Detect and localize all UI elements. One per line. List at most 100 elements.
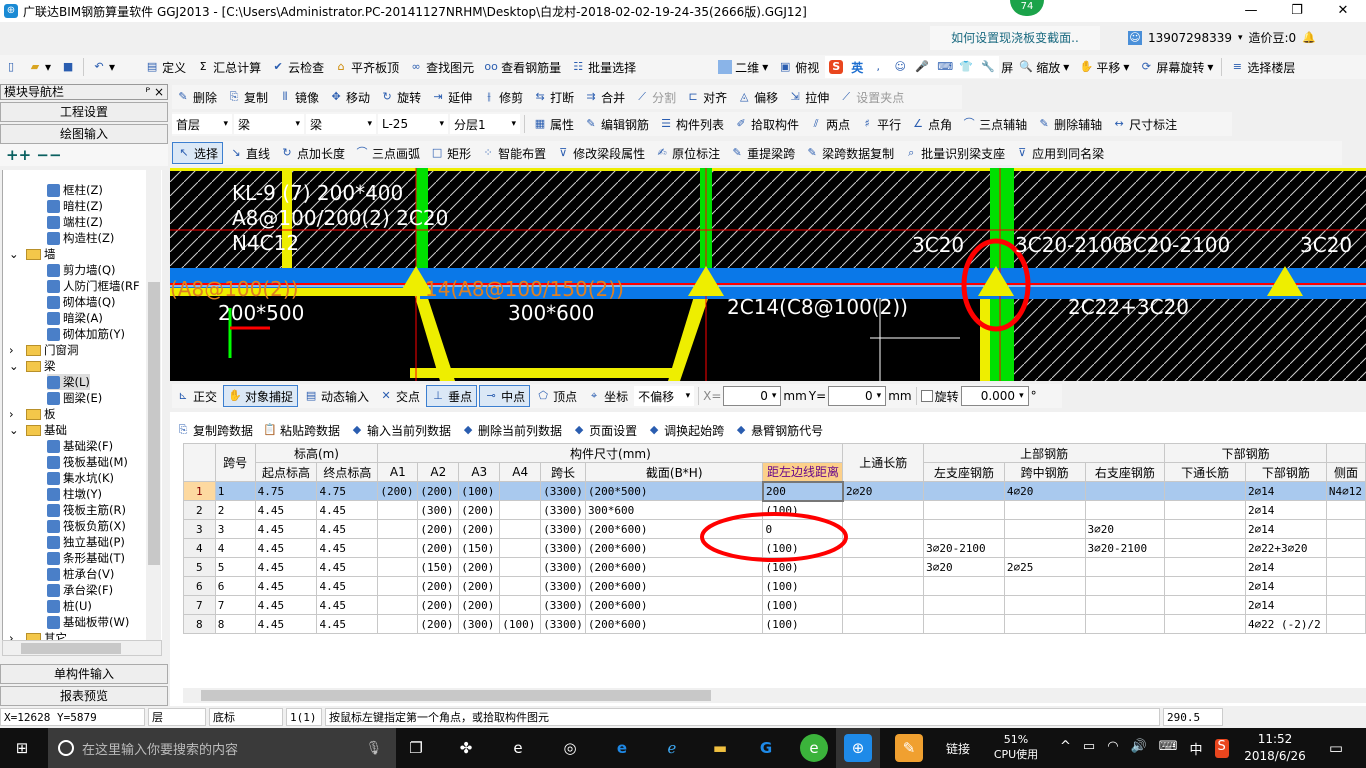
table-cell[interactable] (1164, 500, 1246, 520)
toolbar-button-snap-4[interactable]: ⊥ 垂点 (426, 385, 478, 407)
table-cell[interactable]: (3300) (540, 538, 586, 558)
table-cell[interactable]: (200) (417, 576, 460, 596)
table-cell[interactable]: (150) (458, 538, 501, 558)
toolbar-button-draw-10[interactable]: ⌕ 批量识别梁支座 (900, 142, 1009, 164)
pin-icon[interactable]: ᴾ (146, 85, 151, 99)
table-cell[interactable]: 4.45 (254, 519, 318, 539)
chevron-down-icon[interactable]: ⌄ (9, 246, 23, 262)
toolbar-button-draw-9[interactable]: ✎ 梁跨数据复制 (801, 142, 898, 164)
table-cell[interactable]: 6 (214, 576, 256, 596)
toolbar-2d[interactable]: 二维 ▾ (714, 56, 772, 78)
tree-item[interactable]: 基础梁(F) (47, 438, 113, 454)
toolbar-button-draw-3[interactable]: ⌒ 三点画弧 (351, 142, 424, 164)
table-cell[interactable]: 3⌀20-2100 (1084, 538, 1166, 558)
toolbar-button-edit-0[interactable]: ✎ 删除 (172, 86, 221, 108)
tree-item[interactable]: 筏板负筋(X) (47, 518, 126, 534)
table-cell[interactable]: (200) (417, 595, 460, 615)
row-number[interactable]: 1 (183, 481, 216, 501)
table-cell[interactable] (1164, 595, 1246, 615)
table-row[interactable]: 1 1 4.75 4.75 (200) (200) (100) (3300) (200*500)… (183, 480, 1366, 502)
table-cell[interactable]: 2⌀14 (1244, 595, 1327, 615)
row-number[interactable]: 3 (183, 519, 216, 539)
tree-item[interactable]: 独立基础(P) (47, 534, 125, 550)
table-cell[interactable]: 4.45 (316, 500, 379, 520)
toolbar-summary-calc[interactable]: Σ 汇总计算 (192, 56, 265, 78)
column-header[interactable]: 侧面 (1325, 462, 1366, 482)
table-cell[interactable] (499, 557, 542, 577)
toolbar-button-edit-13[interactable]: ⟋ 设置夹点 (835, 86, 908, 108)
toolbar-button-props-9[interactable]: ↔ 尺寸标注 (1108, 113, 1181, 135)
toolbar-button-edit-10[interactable]: ⊏ 对齐 (682, 86, 731, 108)
table-cell[interactable]: 3 (214, 519, 256, 539)
x-input[interactable]: 0 (723, 386, 782, 406)
minimize-button[interactable]: — (1228, 0, 1274, 22)
undo-button[interactable]: ↶ ▾ (88, 56, 119, 78)
glodon-app-icon[interactable]: ⊕ (844, 734, 872, 762)
save-button[interactable]: ■ (57, 56, 79, 78)
table-cell[interactable]: 4.75 (254, 481, 318, 501)
table-cell[interactable]: 2⌀20 (842, 481, 925, 501)
toolbar-button-draw-11[interactable]: ⊽ 应用到同名梁 (1011, 142, 1108, 164)
toolbar-button-edit-6[interactable]: ⫲ 修剪 (478, 86, 527, 108)
table-cell[interactable]: 2⌀14 (1244, 481, 1327, 501)
table-cell[interactable]: 3⌀20-2100 (923, 538, 1005, 558)
table-cell[interactable] (1003, 519, 1086, 539)
table-cell[interactable]: 4.45 (316, 557, 379, 577)
toolbar-button-grid-2[interactable]: ◆ 输入当前列数据 (346, 419, 455, 441)
table-cell[interactable] (499, 595, 542, 615)
table-cell[interactable]: 4 (214, 538, 256, 558)
tree-item[interactable]: 筏板基础(M) (47, 454, 128, 470)
row-number[interactable]: 6 (183, 576, 216, 596)
table-cell[interactable]: 3⌀20 (923, 557, 1005, 577)
task-view-icon[interactable]: ❐ (402, 734, 430, 762)
tree-item[interactable]: ⌄ 梁 (9, 358, 56, 374)
toolbar-button-edit-9[interactable]: ⟋ 分割 (631, 86, 680, 108)
toolbar-button-edit-12[interactable]: ⇲ 拉伸 (784, 86, 833, 108)
toolbar-button-draw-7[interactable]: ✍ 原位标注 (651, 142, 724, 164)
table-cell[interactable]: (150) (417, 557, 460, 577)
column-header[interactable]: 截面(B*H) (584, 462, 764, 482)
keyboard-icon[interactable]: ⌨ (1159, 739, 1178, 758)
table-cell[interactable]: 2⌀25 (1003, 557, 1086, 577)
toolbar-button-edit-7[interactable]: ⇆ 打断 (529, 86, 578, 108)
column-header[interactable]: 终点标高 (316, 462, 379, 482)
table-cell[interactable] (499, 481, 542, 501)
table-cell[interactable] (377, 576, 419, 596)
table-cell[interactable] (377, 595, 419, 615)
toolbar-button-props-1[interactable]: ✎ 编辑钢筋 (580, 113, 653, 135)
table-cell[interactable]: (300) (417, 500, 460, 520)
toolbar-button-props-5[interactable]: ♯ 平行 (856, 113, 905, 135)
report-preview-button[interactable]: 报表预览 (0, 686, 168, 706)
nav-close-icon[interactable]: × (154, 85, 164, 99)
toolbar-button-props-8[interactable]: ✎ 删除辅轴 (1033, 113, 1106, 135)
column-header[interactable]: A4 (499, 462, 542, 482)
expand-all-icon[interactable]: + (6, 146, 19, 164)
toolbar-rotate-screen[interactable]: ⟳ 屏幕旋转 ▾ (1135, 56, 1217, 78)
tree-item[interactable]: 圈梁(E) (47, 390, 102, 406)
drawing-input-button[interactable]: 绘图输入 (0, 124, 168, 144)
fan-app-icon[interactable]: ✤ (452, 734, 480, 762)
tree-item[interactable]: 基础板带(W) (47, 614, 129, 630)
table-cell[interactable] (923, 481, 1005, 501)
action-center-icon[interactable]: ▭ (1322, 734, 1350, 762)
ime-indicator[interactable]: 中 (1190, 739, 1203, 758)
wifi-icon[interactable]: ◠ (1107, 739, 1118, 758)
new-file-button[interactable]: ▯ (0, 56, 22, 78)
toolbar-button-edit-8[interactable]: ⇉ 合并 (580, 86, 629, 108)
toolbar-button-props-6[interactable]: ∠ 点角 (907, 113, 956, 135)
toolbar-button-edit-5[interactable]: ⇥ 延伸 (427, 86, 476, 108)
table-cell[interactable] (499, 500, 542, 520)
tree-item[interactable]: ⌄ 墙 (9, 246, 56, 262)
table-cell[interactable] (1084, 576, 1166, 596)
table-cell[interactable] (377, 614, 419, 634)
tree-item[interactable]: › 其它 (9, 630, 67, 640)
table-cell[interactable] (377, 557, 419, 577)
table-cell[interactable]: (200) (377, 481, 419, 501)
table-cell[interactable]: (3300) (540, 595, 586, 615)
column-header[interactable]: 起点标高 (254, 462, 318, 482)
table-row[interactable]: 7 7 4.45 4.45 (200) (200) (3300) (200*600) (100)… (183, 595, 1366, 615)
table-cell[interactable]: (200) (458, 576, 501, 596)
table-cell[interactable]: 2⌀14 (1244, 519, 1327, 539)
tree-item[interactable]: 暗梁(A) (47, 310, 103, 326)
tree-item[interactable]: › 门窗洞 (9, 342, 79, 358)
